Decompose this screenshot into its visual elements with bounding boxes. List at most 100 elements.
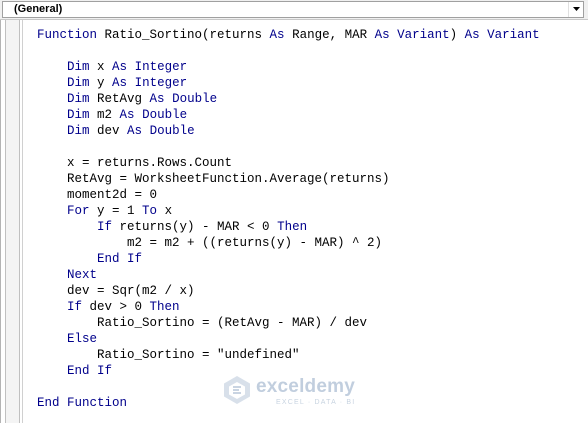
code-text: m2 = m2 + ((returns(y) - MAR) ^ 2)	[37, 236, 383, 250]
code-keyword: Variant	[397, 28, 450, 42]
code-line[interactable]: dev = Sqr(m2 / x)	[37, 283, 540, 299]
code-keyword: End Function	[37, 396, 128, 410]
code-line[interactable]: Else	[37, 331, 540, 347]
code-line[interactable]	[37, 139, 540, 155]
code-text: Range, MAR	[284, 28, 375, 42]
code-editor[interactable]: Function Ratio_Sortino(returns As Range,…	[0, 20, 588, 423]
code-line[interactable]: Dim RetAvg As Double	[37, 91, 540, 107]
code-line[interactable]: End If	[37, 251, 540, 267]
code-keyword: If	[97, 220, 113, 234]
code-keyword: Function	[37, 28, 98, 42]
code-text: m2	[89, 108, 120, 122]
code-keyword: As	[112, 60, 128, 74]
code-keyword: Variant	[487, 28, 540, 42]
code-line[interactable]: If returns(y) - MAR < 0 Then	[37, 219, 540, 235]
code-text: )	[449, 28, 465, 42]
code-line[interactable]: For y = 1 To x	[37, 203, 540, 219]
code-text: dev = Sqr(m2 / x)	[37, 284, 195, 298]
code-keyword: Dim	[67, 92, 90, 106]
code-keyword: Then	[277, 220, 308, 234]
code-line[interactable]: Next	[37, 267, 540, 283]
code-keyword: Double	[149, 124, 195, 138]
code-keyword: As	[112, 76, 128, 90]
code-line[interactable]: Dim dev As Double	[37, 123, 540, 139]
vba-code-window: (General) Function Ratio_Sortino(returns…	[0, 0, 588, 423]
code-text: dev > 0	[82, 300, 150, 314]
code-line[interactable]: Dim y As Integer	[37, 75, 540, 91]
code-text: Ratio_Sortino = "undefined"	[37, 348, 300, 362]
code-keyword: As	[127, 124, 143, 138]
exceldemy-logo-icon	[224, 376, 250, 404]
watermark-tagline: EXCEL · DATA · BI	[276, 399, 356, 406]
dropdown-button[interactable]	[568, 2, 583, 17]
code-keyword: As	[149, 92, 165, 106]
code-keyword: End If	[67, 364, 113, 378]
code-line[interactable]: moment2d = 0	[37, 187, 540, 203]
code-keyword: As	[119, 108, 135, 122]
code-line[interactable]: RetAvg = WorksheetFunction.Average(retur…	[37, 171, 540, 187]
code-line[interactable]	[37, 43, 540, 59]
code-keyword: Integer	[134, 60, 188, 74]
margin-indicator-strip	[5, 20, 20, 423]
code-text: moment2d = 0	[37, 188, 158, 202]
code-keyword: Else	[67, 332, 98, 346]
code-keyword: Dim	[67, 108, 90, 122]
code-area[interactable]: Function Ratio_Sortino(returns As Range,…	[37, 27, 540, 411]
code-keyword: Integer	[134, 76, 188, 90]
code-line[interactable]: If dev > 0 Then	[37, 299, 540, 315]
code-keyword: Next	[67, 268, 98, 282]
code-window-toolbar: (General)	[0, 0, 588, 20]
code-text: Ratio_Sortino = (RetAvg - MAR) / dev	[37, 316, 368, 330]
chevron-down-icon	[573, 7, 580, 11]
code-text: dev	[89, 124, 128, 138]
code-text: Ratio_Sortino(returns	[97, 28, 270, 42]
code-line[interactable]: Function Ratio_Sortino(returns As Range,…	[37, 27, 540, 43]
code-line[interactable]: Ratio_Sortino = "undefined"	[37, 347, 540, 363]
code-keyword: Dim	[67, 76, 90, 90]
code-keyword: Dim	[67, 60, 90, 74]
code-keyword: Double	[142, 108, 188, 122]
code-text: y = 1	[89, 204, 143, 218]
code-line[interactable]: m2 = m2 + ((returns(y) - MAR) ^ 2)	[37, 235, 540, 251]
code-line[interactable]: Dim x As Integer	[37, 59, 540, 75]
procedure-dropdown[interactable]: (General)	[2, 1, 584, 18]
code-text: x = returns.Rows.Count	[37, 156, 233, 170]
procedure-dropdown-value: (General)	[14, 3, 63, 15]
code-keyword: As	[374, 28, 390, 42]
code-line[interactable]: Dim m2 As Double	[37, 107, 540, 123]
code-keyword: As	[269, 28, 285, 42]
code-text: y	[89, 76, 113, 90]
code-line[interactable]: Ratio_Sortino = (RetAvg - MAR) / dev	[37, 315, 540, 331]
code-text: x	[157, 204, 173, 218]
code-text: x	[89, 60, 113, 74]
code-keyword: End If	[97, 252, 143, 266]
code-line[interactable]: x = returns.Rows.Count	[37, 155, 540, 171]
code-keyword: For	[67, 204, 90, 218]
code-keyword: If	[67, 300, 83, 314]
code-keyword: Then	[149, 300, 180, 314]
code-keyword: Double	[172, 92, 218, 106]
watermark: exceldemy EXCEL · DATA · BI	[222, 373, 372, 413]
margin-indicator-bar[interactable]	[1, 20, 23, 423]
code-text: RetAvg = WorksheetFunction.Average(retur…	[37, 172, 390, 186]
code-keyword: Dim	[67, 124, 90, 138]
code-text: RetAvg	[89, 92, 150, 106]
code-keyword: As	[464, 28, 480, 42]
